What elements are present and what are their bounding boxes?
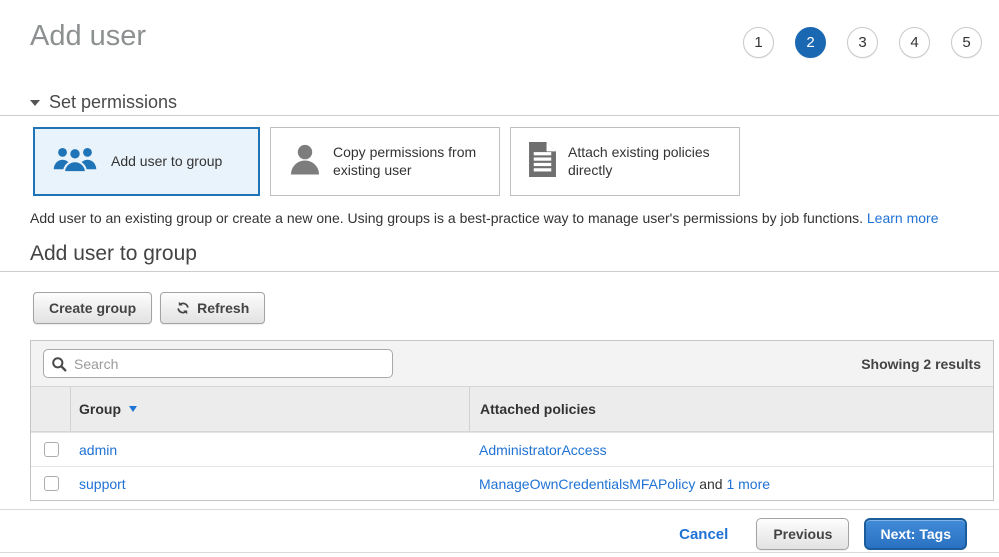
permission-options: Add user to group Copy permissions from … <box>33 127 740 196</box>
table-header: Group Attached policies <box>31 386 993 432</box>
step-3: 3 <box>847 27 878 58</box>
policies-column-label: Attached policies <box>480 401 596 417</box>
person-icon <box>289 142 321 182</box>
select-all-cell <box>31 387 71 431</box>
sort-descending-icon[interactable] <box>129 406 137 412</box>
step-4: 4 <box>899 27 930 58</box>
previous-button[interactable]: Previous <box>756 518 849 550</box>
group-column-label: Group <box>79 401 121 417</box>
cancel-link[interactable]: Cancel <box>679 526 728 543</box>
set-permissions-title: Set permissions <box>49 92 177 113</box>
table-toolbar: Showing 2 results <box>31 341 993 386</box>
group-section-heading: Add user to group <box>30 242 197 266</box>
option-add-user-to-group[interactable]: Add user to group <box>33 127 260 196</box>
divider <box>0 271 999 272</box>
bottom-divider <box>0 552 999 553</box>
option-copy-permissions[interactable]: Copy permissions from existing user <box>270 127 500 196</box>
policy-link[interactable]: ManageOwnCredentialsMFAPolicy <box>479 476 695 492</box>
policy-more-link[interactable]: 1 more <box>726 476 770 492</box>
option-label: Add user to group <box>111 153 222 171</box>
document-icon <box>529 142 556 182</box>
footer-divider <box>0 509 999 510</box>
groups-table: Showing 2 results Group Attached policie… <box>30 340 994 501</box>
group-link[interactable]: support <box>79 476 126 492</box>
section-description: Add user to an existing group or create … <box>30 210 980 226</box>
group-actions: Create group Refresh <box>33 292 265 324</box>
create-group-button[interactable]: Create group <box>33 292 152 324</box>
group-icon <box>53 144 97 179</box>
column-header-policies: Attached policies <box>469 387 993 431</box>
refresh-icon <box>176 301 190 315</box>
group-link[interactable]: admin <box>79 442 117 458</box>
row-checkbox[interactable] <box>44 476 59 491</box>
wizard-steps: 1 2 3 4 5 <box>743 27 982 58</box>
page-title: Add user <box>30 20 146 53</box>
option-label: Attach existing policies directly <box>568 144 720 179</box>
table-row-support: support ManageOwnCredentialsMFAPolicy an… <box>31 466 993 500</box>
learn-more-link[interactable]: Learn more <box>867 210 939 226</box>
column-header-group[interactable]: Group <box>71 401 469 417</box>
set-permissions-toggle[interactable]: Set permissions <box>30 92 177 113</box>
refresh-label: Refresh <box>197 300 249 316</box>
divider <box>0 115 999 116</box>
refresh-button[interactable]: Refresh <box>160 292 265 324</box>
collapse-caret-icon <box>30 100 40 106</box>
search-input[interactable] <box>43 349 393 378</box>
step-5: 5 <box>951 27 982 58</box>
footer-actions: Cancel Previous Next: Tags <box>679 518 967 550</box>
results-count: Showing 2 results <box>861 356 981 372</box>
policy-link[interactable]: AdministratorAccess <box>479 442 607 458</box>
option-label: Copy permissions from existing user <box>333 144 485 179</box>
table-row-admin: admin AdministratorAccess <box>31 432 993 466</box>
step-2-active: 2 <box>795 27 826 58</box>
search-icon <box>51 356 67 377</box>
policy-joiner: and <box>695 476 726 492</box>
description-text: Add user to an existing group or create … <box>30 210 867 226</box>
row-checkbox[interactable] <box>44 442 59 457</box>
option-attach-policies[interactable]: Attach existing policies directly <box>510 127 740 196</box>
next-tags-button[interactable]: Next: Tags <box>864 518 967 550</box>
step-1: 1 <box>743 27 774 58</box>
